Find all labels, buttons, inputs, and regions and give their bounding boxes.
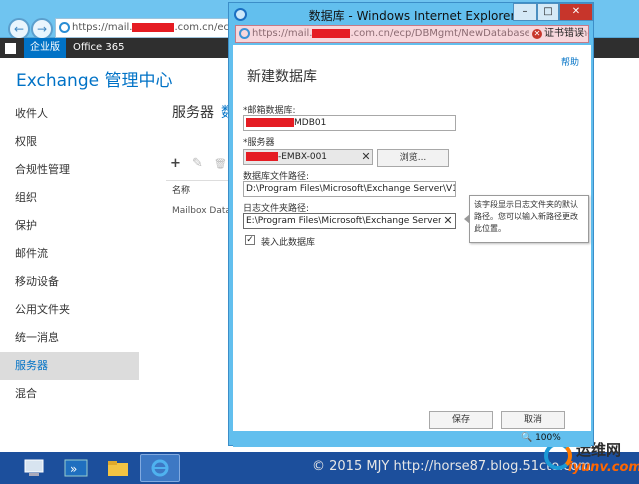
zoom-level[interactable]: 🔍 100% xyxy=(521,433,561,443)
redacted-prefix xyxy=(246,118,294,127)
browse-button[interactable]: 浏览... xyxy=(377,149,449,167)
mailbox-database-input[interactable]: MDB01 xyxy=(243,115,456,131)
dialog-content: 帮助 新建数据库 *邮箱数据库: MDB01 *服务器 -EMBX-001 ✕ … xyxy=(233,45,591,431)
svg-text:»: » xyxy=(70,462,77,476)
back-icon[interactable]: ← xyxy=(8,18,30,40)
server-label: *服务器 xyxy=(243,138,275,148)
nav-item-compliance[interactable]: 合规性管理 xyxy=(0,156,139,184)
help-link[interactable]: 帮助 xyxy=(561,55,579,68)
powershell-icon[interactable]: » xyxy=(56,454,96,482)
column-header-name[interactable]: 名称 xyxy=(172,183,190,196)
logo-en: iyunv.com xyxy=(568,460,639,475)
certificate-error[interactable]: ✕ 证书错误 xyxy=(529,26,584,42)
delete-icon[interactable]: 🗑 xyxy=(214,159,227,170)
save-button[interactable]: 保存 xyxy=(429,411,493,429)
maximize-button[interactable]: □ xyxy=(537,3,559,21)
servers-heading: 服务器 xyxy=(172,105,214,121)
cancel-button[interactable]: 取消 xyxy=(501,411,565,429)
nav-item-protection[interactable]: 保护 xyxy=(0,212,139,240)
log-path-tooltip: 该字段显示日志文件夹的默认路径。您可以输入新路径更改此位置。 xyxy=(464,195,589,243)
server-value: -EMBX-001 xyxy=(278,152,328,162)
nav-item-unified-messaging[interactable]: 统一消息 xyxy=(0,324,139,352)
log-path-input[interactable]: E:\Program Files\Microsoft\Exchange Serv… xyxy=(243,213,456,229)
nav-item-permissions[interactable]: 权限 xyxy=(0,128,139,156)
explorer-icon[interactable] xyxy=(98,454,138,482)
add-icon[interactable]: + xyxy=(170,156,181,171)
minimize-button[interactable]: – xyxy=(513,3,537,21)
app-launcher-icon[interactable] xyxy=(5,43,16,54)
dialog-address-bar[interactable]: https://mail. .com.cn/ecp/DBMgmt/NewDatab… xyxy=(235,25,589,43)
form-title: 新建数据库 xyxy=(247,69,317,85)
server-manager-icon[interactable] xyxy=(14,454,54,482)
edit-icon[interactable]: ✎ xyxy=(192,156,203,171)
tab-office365[interactable]: Office 365 xyxy=(67,38,130,58)
status-bar: 🔍 100% xyxy=(233,431,591,447)
database-path-input[interactable]: D:\Program Files\Microsoft\Exchange Serv… xyxy=(243,181,456,197)
nav-item-mail-flow[interactable]: 邮件流 xyxy=(0,240,139,268)
ie-icon xyxy=(59,22,70,33)
tab-enterprise[interactable]: 企业版 xyxy=(24,38,66,58)
new-database-window: 数据库 - Windows Internet Explorer – □ ✕ ht… xyxy=(228,2,594,447)
eac-title: Exchange 管理中心 xyxy=(16,71,173,91)
nav-item-recipients[interactable]: 收件人 xyxy=(0,100,139,128)
certificate-error-label: 证书错误 xyxy=(544,28,584,39)
ie-icon xyxy=(239,28,250,39)
close-button[interactable]: ✕ xyxy=(559,3,593,21)
column-divider xyxy=(166,180,232,181)
nav-item-mobile[interactable]: 移动设备 xyxy=(0,268,139,296)
table-row[interactable]: Mailbox Datab xyxy=(172,206,232,216)
address-url-suffix: .com.cn/ecp/ xyxy=(174,22,233,33)
mailbox-database-value: MDB01 xyxy=(294,118,327,128)
nav-item-hybrid[interactable]: 混合 xyxy=(0,380,139,408)
nav-item-public-folders[interactable]: 公用文件夹 xyxy=(0,296,139,324)
internet-explorer-icon[interactable] xyxy=(140,454,180,482)
mount-database-checkbox[interactable]: ✓ xyxy=(245,235,255,245)
nav-item-servers[interactable]: 服务器 xyxy=(0,352,139,380)
address-url-prefix: https://mail. xyxy=(252,28,313,39)
error-icon: ✕ xyxy=(532,29,542,39)
left-nav: 收件人 权限 合规性管理 组织 保护 邮件流 移动设备 公用文件夹 统一消息 服… xyxy=(0,100,139,408)
forward-icon[interactable]: → xyxy=(31,18,53,40)
nav-item-organization[interactable]: 组织 xyxy=(0,184,139,212)
mount-database-label: 装入此数据库 xyxy=(261,238,316,248)
background-address-bar[interactable]: https://mail. .com.cn/ecp/ xyxy=(55,18,233,38)
redacted-domain xyxy=(132,22,175,32)
address-url-prefix: https://mail. xyxy=(72,22,133,33)
redacted-prefix xyxy=(246,152,278,161)
clear-server-icon[interactable]: ✕ xyxy=(359,150,373,164)
clear-log-path-icon[interactable]: ✕ xyxy=(441,214,455,228)
server-input: -EMBX-001 xyxy=(243,149,373,165)
redacted-domain xyxy=(312,28,351,38)
